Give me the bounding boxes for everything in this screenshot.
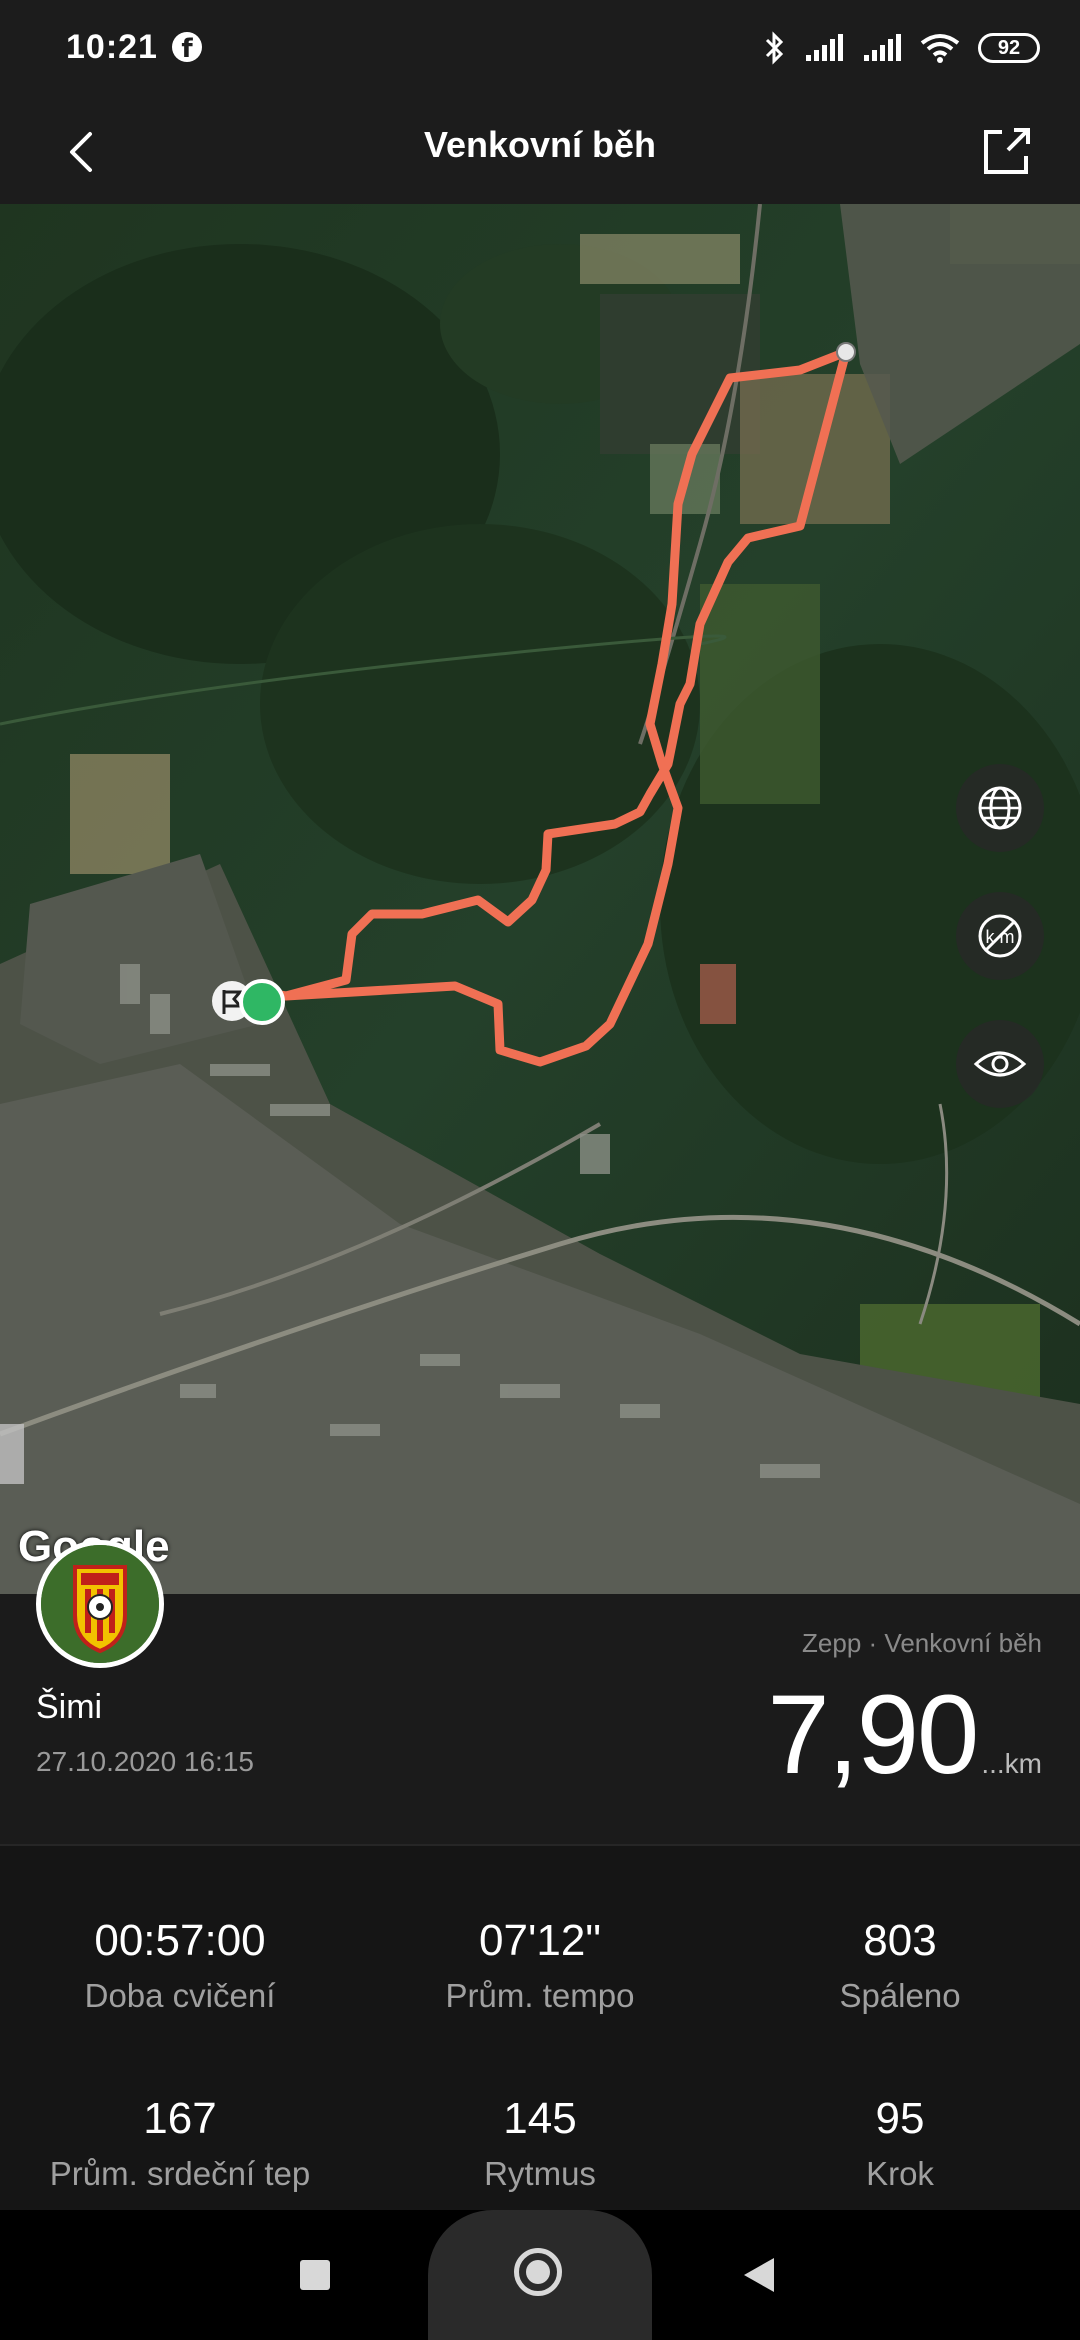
stat-value: 167 [143, 2094, 217, 2143]
stat-label: Rytmus [484, 2155, 596, 2192]
recents-button[interactable] [300, 2260, 330, 2290]
home-button[interactable] [428, 2210, 652, 2340]
stat-cadence: 145 Rytmus [360, 2094, 720, 2194]
app-bar: Venkovní běh [0, 100, 1080, 204]
stat-label: Prům. tempo [445, 1977, 635, 2014]
signal-icon-2 [864, 34, 901, 61]
user-name: Šimi [36, 1688, 103, 1726]
system-nav-bar [0, 2210, 1080, 2340]
stat-duration: 00:57:00 Doba cvičení [0, 1916, 360, 2016]
status-bar: 10:21 f 92 [0, 0, 1080, 100]
home-dot-icon [526, 2260, 550, 2284]
stat-stride: 95 Krok [720, 2094, 1080, 2194]
route-end-marker [836, 342, 856, 362]
route-start-marker [212, 979, 285, 1025]
bluetooth-icon [765, 31, 784, 65]
eye-icon [973, 1051, 1027, 1077]
signal-icon [806, 34, 843, 61]
distance-display: 7,90 ...km [767, 1670, 1042, 1799]
workout-summary: Zepp · Venkovní běh Šimi 27.10.2020 16:1… [0, 1594, 1080, 1844]
stat-avg-pace: 07'12" Prům. tempo [360, 1916, 720, 2016]
battery-indicator: 92 [978, 33, 1040, 63]
share-icon[interactable] [974, 118, 1040, 184]
route-map[interactable]: k m Google [0, 204, 1080, 1594]
wifi-icon [920, 34, 960, 63]
stats-grid: 00:57:00 Doba cvičení 07'12" Prům. tempo… [0, 1846, 1080, 2210]
visibility-toggle-button[interactable] [956, 1020, 1044, 1108]
stat-label: Krok [866, 2155, 934, 2192]
km-markers-toggle-button[interactable]: k m [956, 892, 1044, 980]
km-toggle-icon: k m [978, 914, 1022, 958]
map-layer-button[interactable] [956, 764, 1044, 852]
stat-avg-heart-rate: 167 Prům. srdeční tep [0, 2094, 360, 2194]
stat-value: 95 [875, 2094, 925, 2143]
distance-unit: ...km [981, 1748, 1042, 1779]
club-logo-icon [41, 1545, 159, 1663]
status-time: 10:21 [66, 28, 158, 66]
status-icons: 92 [764, 26, 1040, 70]
workout-source: Zepp · Venkovní běh [802, 1628, 1042, 1658]
facebook-notification-icon: f [172, 32, 202, 64]
page-title: Venkovní běh [423, 124, 657, 165]
satellite-map-background [0, 204, 1080, 1594]
stat-calories: 803 Spáleno [720, 1916, 1080, 2016]
stat-label: Spáleno [839, 1977, 961, 2014]
stat-value: 00:57:00 [94, 1916, 266, 1965]
stat-value: 803 [863, 1916, 937, 1965]
avatar[interactable] [36, 1540, 164, 1668]
stat-label: Prům. srdeční tep [49, 2155, 311, 2192]
globe-icon [978, 786, 1022, 830]
stat-value: 07'12" [479, 1916, 601, 1965]
stat-label: Doba cvičení [84, 1977, 276, 2014]
workout-date: 27.10.2020 16:15 [36, 1746, 254, 1777]
system-back-button[interactable] [744, 2258, 774, 2292]
stat-value: 145 [503, 2094, 577, 2143]
distance-value: 7,90 [767, 1672, 979, 1797]
